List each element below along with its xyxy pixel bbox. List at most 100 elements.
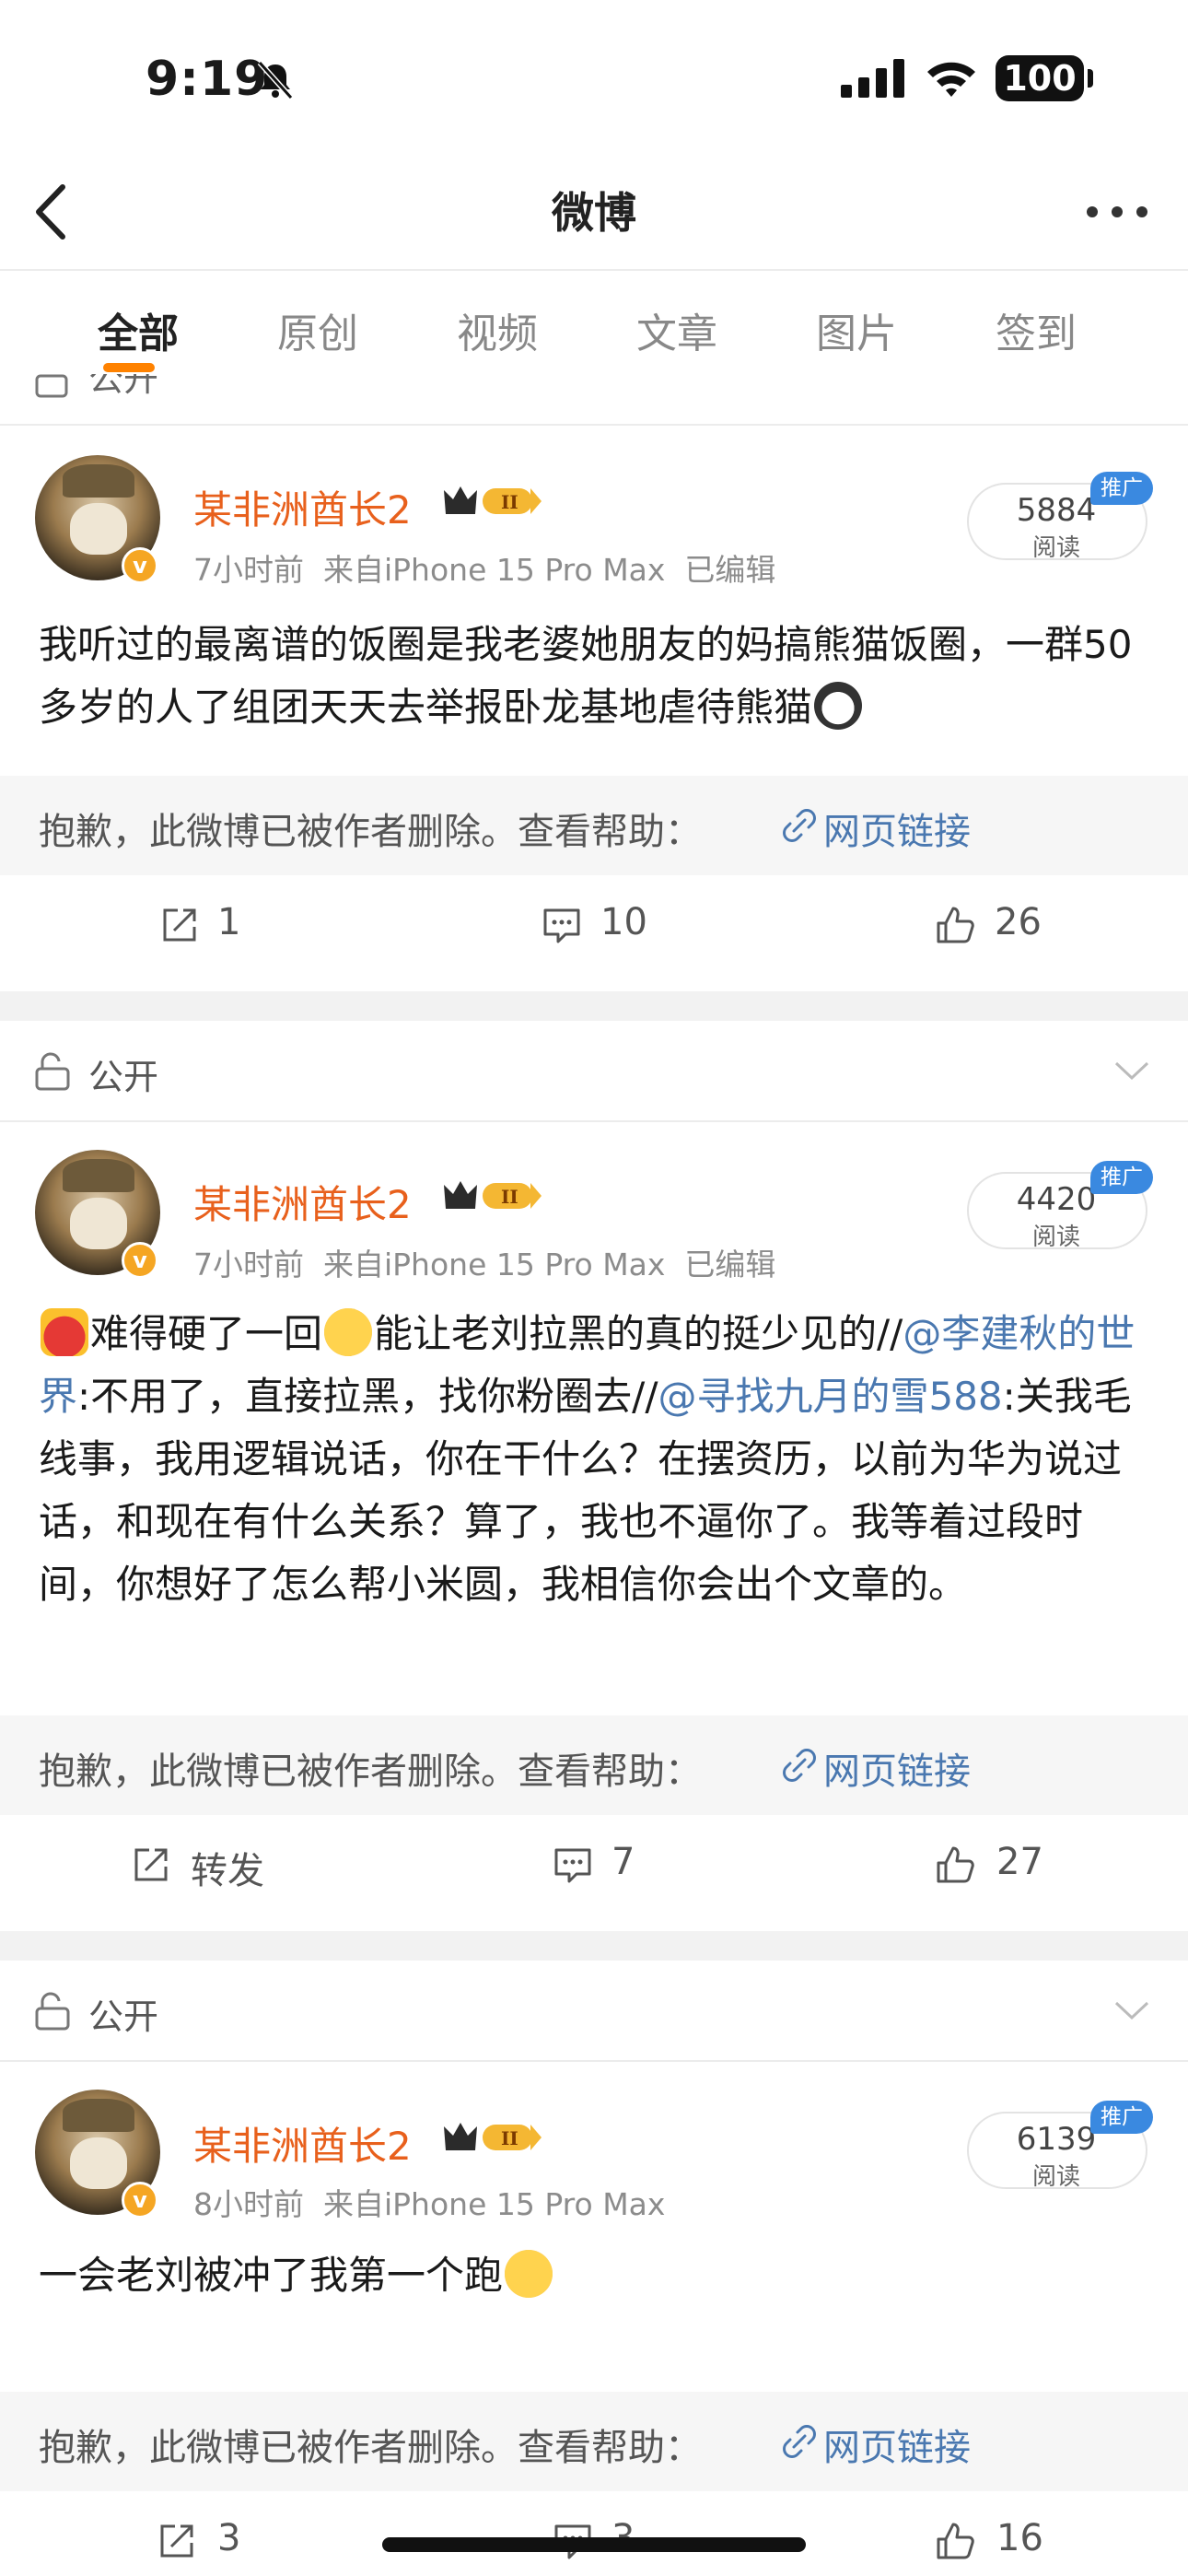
tab-images[interactable]: 图片	[787, 300, 926, 359]
tab-article[interactable]: 文章	[608, 300, 746, 359]
post-source: 来自iPhone 15 Pro Max	[322, 2186, 666, 2222]
post-text: 一会老刘被冲了我第一个跑	[39, 2244, 1153, 2307]
post-meta: 7小时前 来自iPhone 15 Pro Max 已编辑	[193, 1240, 775, 1284]
vip-badge: II	[444, 486, 542, 514]
feed-separator	[0, 1931, 1188, 1961]
avatar-crown	[63, 464, 134, 498]
visibility-header: 公开	[0, 369, 1188, 426]
verified-badge: v	[122, 1242, 158, 1279]
chevron-down-icon[interactable]	[1112, 1058, 1151, 1083]
deleted-text: 抱歉，此微博已被作者删除。查看帮助：	[39, 2427, 702, 2469]
post-body-part: 难得硬了一回	[90, 1311, 323, 1356]
visibility-header: 公开	[0, 1021, 1188, 1122]
verified-badge: v	[122, 2182, 158, 2219]
vip-badge: II	[444, 2123, 542, 2150]
svg-text:II: II	[501, 1186, 518, 1208]
post-text: 我听过的最离谱的饭圈是我老婆她朋友的妈搞熊猫饭圈，一群50多岁的人了组团天天去举…	[39, 614, 1153, 739]
username[interactable]: 某非洲酋长2	[193, 479, 412, 535]
fries-emoji-icon	[41, 1308, 88, 1356]
comment-icon[interactable]	[553, 1844, 593, 1885]
post-source: 来自iPhone 15 Pro Max	[322, 552, 666, 588]
deleted-notice: 抱歉，此微博已被作者删除。查看帮助： 网页链接	[0, 776, 1188, 875]
wifi-icon	[927, 62, 975, 97]
post-time: 7小时前	[193, 552, 304, 588]
nav-bar: 微博	[0, 157, 1188, 271]
deleted-notice: 抱歉，此微博已被作者删除。查看帮助： 网页链接	[0, 2392, 1188, 2491]
comment-count[interactable]: 7	[611, 1841, 635, 1883]
post-meta: 8小时前 来自iPhone 15 Pro Max	[193, 2180, 665, 2224]
post-body: 我听过的最离谱的饭圈是我老婆她朋友的妈搞熊猫饭圈，一群50多岁的人了组团天天去举…	[39, 622, 1133, 730]
home-indicator[interactable]	[382, 2537, 806, 2552]
link-icon	[783, 1749, 816, 1782]
read-label: 阅读	[1031, 1224, 1080, 1251]
status-time: 9:19	[146, 52, 269, 107]
status-bar: 9:19 100	[0, 0, 1188, 157]
battery-indicator: 100	[996, 55, 1084, 101]
repost-icon[interactable]	[157, 2521, 197, 2561]
link-icon	[783, 809, 816, 842]
repost-label[interactable]: 转发	[191, 1841, 264, 1894]
username[interactable]: 某非洲酋长2	[193, 1174, 412, 1230]
web-link[interactable]: 网页链接	[823, 802, 971, 855]
promote-button[interactable]: 推广	[1090, 1161, 1153, 1194]
svg-text:II: II	[501, 2127, 518, 2149]
like-icon[interactable]	[935, 2521, 975, 2561]
repost-icon[interactable]	[131, 1844, 171, 1885]
avatar-crown	[63, 2099, 134, 2132]
repost-icon[interactable]	[159, 905, 200, 945]
signal-icon	[841, 59, 904, 98]
promote-button[interactable]: 推广	[1090, 2101, 1153, 2134]
comment-count[interactable]: 10	[600, 901, 647, 943]
like-count[interactable]: 16	[996, 2517, 1043, 2559]
vip-badge: II	[444, 1181, 542, 1209]
comment-icon[interactable]	[542, 905, 582, 945]
verified-badge: v	[122, 547, 158, 584]
like-icon[interactable]	[935, 1844, 975, 1885]
repost-count[interactable]: 3	[217, 2517, 240, 2559]
tab-original[interactable]: 原创	[249, 300, 387, 359]
post-body-part: 能让老刘拉黑的真的挺少见的//	[374, 1311, 903, 1356]
post-time: 7小时前	[193, 1247, 304, 1282]
like-count[interactable]: 26	[995, 901, 1042, 943]
tab-checkin[interactable]: 签到	[967, 300, 1105, 359]
read-label: 阅读	[1031, 2163, 1080, 2191]
post-text: 难得硬了一回 能让老刘拉黑的真的挺少见的//@李建秋的世界:不用了，直接拉黑，找你…	[39, 1303, 1153, 1616]
visibility-label: 公开	[88, 1057, 159, 1097]
feed-separator	[0, 991, 1188, 1021]
panda-emoji-icon	[814, 682, 863, 730]
yum-emoji-icon	[324, 1308, 373, 1356]
more-icon[interactable]	[1085, 203, 1149, 221]
chevron-down-icon[interactable]	[1112, 1997, 1151, 2023]
visibility-header: 公开	[0, 1961, 1188, 2062]
post-card: v 某非洲酋长2 II 7小时前 来自iPhone 15 Pro Max 已编辑…	[0, 427, 1188, 991]
tab-indicator	[103, 363, 155, 372]
deleted-notice: 抱歉，此微博已被作者删除。查看帮助： 网页链接	[0, 1715, 1188, 1815]
deleted-text: 抱歉，此微博已被作者删除。查看帮助：	[39, 1751, 702, 1793]
avatar-face	[70, 1198, 127, 1249]
username[interactable]: 某非洲酋长2	[193, 2115, 412, 2172]
action-bar: 转发 7 27	[0, 1815, 1188, 1916]
unlock-icon	[35, 1992, 70, 2031]
deleted-text: 抱歉，此微博已被作者删除。查看帮助：	[39, 811, 702, 853]
action-bar: 3 3 16	[0, 2491, 1188, 2576]
post-body-part: :不用了，直接拉黑，找你粉圈去//	[77, 1374, 658, 1419]
read-label: 阅读	[1031, 534, 1080, 562]
post-meta: 7小时前 来自iPhone 15 Pro Max 已编辑	[193, 545, 775, 590]
battery-tip	[1088, 69, 1093, 88]
unlock-icon	[35, 1052, 70, 1091]
svg-text:II: II	[501, 491, 518, 513]
action-bar: 1 10 26	[0, 875, 1188, 977]
promote-button[interactable]: 推广	[1090, 472, 1153, 505]
mention-link[interactable]: @寻找九月的雪588	[658, 1374, 1002, 1419]
like-count[interactable]: 27	[996, 1841, 1043, 1883]
web-link[interactable]: 网页链接	[823, 2418, 971, 2471]
post-card: v 某非洲酋长2 II 7小时前 来自iPhone 15 Pro Max 已编辑…	[0, 1124, 1188, 1931]
like-icon[interactable]	[935, 905, 975, 945]
web-link[interactable]: 网页链接	[823, 1741, 971, 1795]
yum-emoji-icon	[505, 2250, 553, 2298]
repost-count[interactable]: 1	[217, 901, 240, 943]
post-body: 一会老刘被冲了我第一个跑	[39, 2253, 504, 2298]
tab-video[interactable]: 视频	[428, 300, 566, 359]
visibility-label: 公开	[88, 1996, 159, 2037]
tab-all[interactable]: 全部	[69, 300, 207, 359]
